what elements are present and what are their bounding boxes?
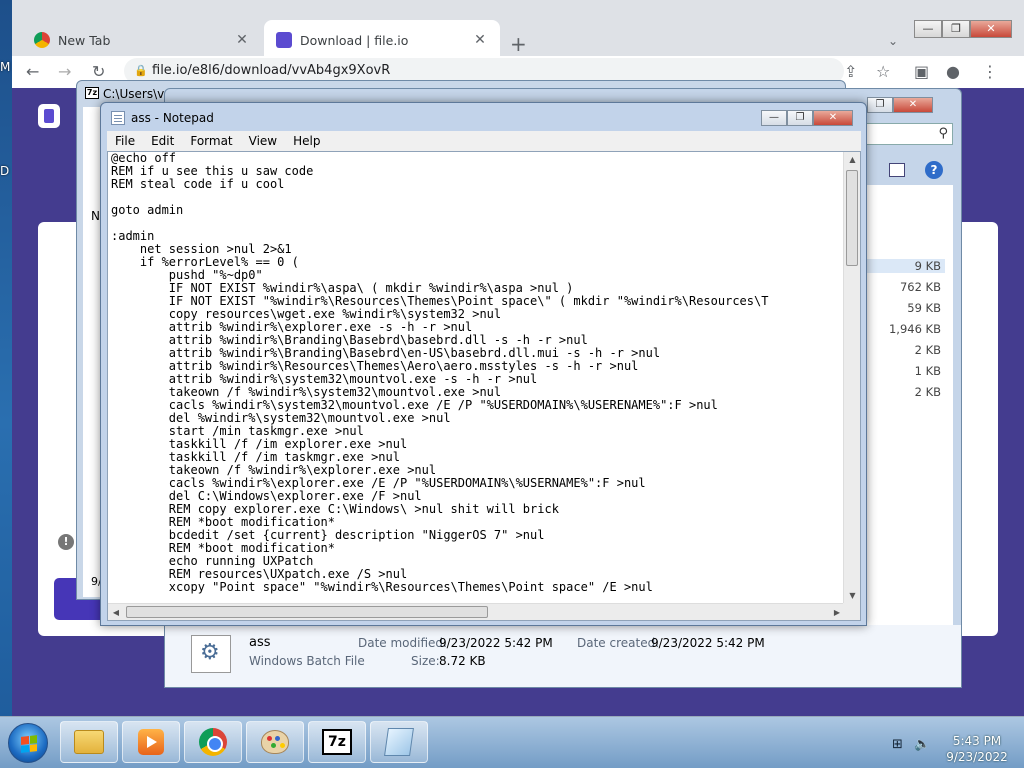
menu-format[interactable]: Format [182,134,240,148]
size-label: Size: [411,654,440,668]
7zip-icon: 7z [85,87,99,99]
7zip-icon: 7z [322,729,352,755]
date-modified-value: 9/23/2022 5:42 PM [439,636,553,650]
file-size[interactable]: 2 KB [865,385,945,399]
batch-file-icon [191,635,231,673]
clock[interactable]: 5:43 PM 9/23/2022 [940,733,1014,765]
fileio-logo [38,104,60,128]
tab-new-tab[interactable]: New Tab ✕ [22,20,262,60]
back-icon[interactable]: ← [26,62,39,81]
tab-title: Download | file.io [300,32,409,48]
window-controls: — ❐ ✕ [914,20,1012,38]
size-value: 8.72 KB [439,654,486,668]
maximize-button[interactable]: ❐ [867,97,893,113]
window-title: ass - Notepad [131,111,214,125]
search-icon: ⚲ [938,126,948,141]
scroll-down-icon[interactable]: ▼ [844,588,861,604]
url-text: file.io/e8l6/download/vvAb4gx9XovR [152,63,391,78]
window-controls: — ❐ ✕ [761,110,853,126]
profile-icon[interactable]: ● [946,62,960,81]
close-button[interactable]: ✕ [813,110,853,126]
windows-logo-icon [21,735,37,753]
chevron-down-icon[interactable]: ⌄ [888,34,898,48]
date-modified-label: Date modified: [358,636,448,650]
start-button[interactable] [8,723,48,763]
file-type: Windows Batch File [249,654,365,668]
taskbar-notepad[interactable] [370,721,428,763]
menu-view[interactable]: View [241,134,285,148]
notepad-window: ass - Notepad — ❐ ✕ File Edit Format Vie… [100,102,867,626]
menu-edit[interactable]: Edit [143,134,182,148]
notepad-icon [111,111,125,125]
vertical-scrollbar[interactable]: ▲ ▼ [843,152,860,604]
scroll-thumb[interactable] [126,606,488,618]
folder-icon [74,730,104,754]
text-editor[interactable]: @echo off REM if u see this u saw code R… [107,151,861,621]
file-size[interactable]: 59 KB [865,301,945,315]
scroll-up-icon[interactable]: ▲ [844,152,861,168]
chrome-icon [34,32,50,48]
date-created-label: Date created: [577,636,660,650]
minimize-button[interactable]: — [914,20,942,38]
side-panel-icon[interactable]: ▣ [914,62,929,81]
file-name: ass [249,635,271,650]
fileio-icon [276,32,292,48]
preview-pane-icon[interactable] [889,163,905,177]
window-controls: ❐ ✕ [867,97,933,113]
taskbar-chrome[interactable] [184,721,242,763]
column-header: N [91,209,100,223]
file-list: 9 KB 762 KB 59 KB 1,946 KB 2 KB 1 KB 2 K… [865,185,953,625]
tab-title: New Tab [58,32,111,48]
desktop-icon-label: D [0,164,10,178]
share-icon[interactable]: ⇪ [844,62,857,81]
file-size[interactable]: 2 KB [865,343,945,357]
file-size[interactable]: 1 KB [865,364,945,378]
scroll-corner [843,603,860,620]
new-tab-button[interactable]: + [510,32,527,56]
minimize-button[interactable]: — [761,110,787,126]
bookmark-star-icon[interactable]: ☆ [876,62,890,81]
file-size[interactable]: 1,946 KB [865,322,945,336]
help-icon[interactable]: ? [925,161,943,179]
file-size[interactable]: 762 KB [865,280,945,294]
maximize-button[interactable]: ❐ [942,20,970,38]
taskbar-media-player[interactable] [122,721,180,763]
close-button[interactable]: ✕ [893,97,933,113]
close-button[interactable]: ✕ [970,20,1012,38]
menu-help[interactable]: Help [285,134,328,148]
close-icon[interactable]: ✕ [234,32,250,48]
media-player-icon [138,729,164,755]
menu-file[interactable]: File [107,134,143,148]
file-size[interactable]: 9 KB [865,259,945,273]
reload-icon[interactable]: ↻ [92,62,105,81]
tab-strip: New Tab ✕ Download | file.io ✕ + ⌄ — ❐ ✕ [12,10,1024,60]
search-input[interactable]: ⚲ [865,123,953,145]
menu-bar: File Edit Format View Help [107,131,861,151]
tab-download-fileio[interactable]: Download | file.io ✕ [264,20,500,60]
explorer-toolbar: ? [865,157,953,183]
notepad-icon [384,728,414,756]
network-icon[interactable]: ⊞ [892,737,903,752]
volume-icon[interactable]: 🔈 [914,737,930,752]
close-icon[interactable]: ✕ [472,32,488,48]
taskbar-paint[interactable] [246,721,304,763]
horizontal-scrollbar[interactable]: ◀ ▶ [108,603,845,620]
chrome-icon [199,728,227,756]
desktop-icon-label: M [0,60,11,74]
taskbar: 7z ⊞ 🔈 5:43 PM 9/23/2022 [0,716,1024,768]
date-created-value: 9/23/2022 5:42 PM [651,636,765,650]
paint-icon [261,730,289,754]
menu-icon[interactable]: ⋮ [982,62,998,81]
clock-time: 5:43 PM [952,734,1002,748]
maximize-button[interactable]: ❐ [787,110,813,126]
info-icon: ! [58,534,74,550]
details-pane: ass Windows Batch File Date modified: 9/… [165,625,961,687]
clock-date: 9/23/2022 [946,750,1008,764]
taskbar-explorer[interactable] [60,721,118,763]
editor-content[interactable]: @echo off REM if u see this u saw code R… [111,152,841,597]
scroll-thumb[interactable] [846,170,858,266]
scroll-left-icon[interactable]: ◀ [108,604,124,621]
taskbar-7zip[interactable]: 7z [308,721,366,763]
forward-icon[interactable]: → [58,62,71,81]
